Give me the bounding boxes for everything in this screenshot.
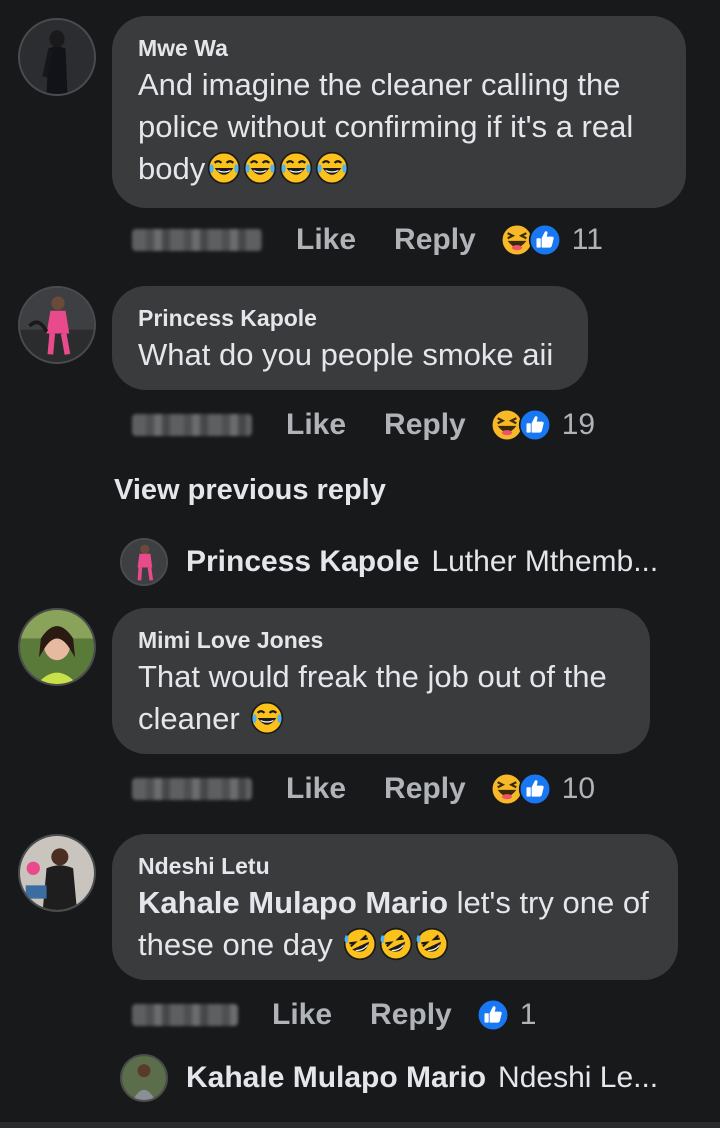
comment-author[interactable]: Ndeshi Letu bbox=[138, 852, 652, 880]
comment-actions: Like Reply 1 bbox=[132, 995, 536, 1035]
avatar[interactable] bbox=[18, 286, 96, 364]
reply-preview[interactable]: Princess Kapole Luther Mthemb... bbox=[120, 538, 658, 586]
comment-text: That would freak the job out of the clea… bbox=[138, 656, 624, 740]
laughing-tears-emoji-icon bbox=[207, 151, 241, 185]
laughing-tears-emoji-icon bbox=[279, 151, 313, 185]
rolling-laughing-emoji-icon bbox=[343, 927, 377, 961]
reply-button[interactable]: Reply bbox=[394, 223, 476, 257]
comment-text: Kahale Mulapo Mario let's try one of the… bbox=[138, 882, 652, 966]
divider bbox=[0, 1122, 720, 1128]
view-previous-reply-link[interactable]: View previous reply bbox=[114, 474, 386, 507]
reaction-summary[interactable]: 1 bbox=[476, 998, 537, 1032]
rolling-laughing-emoji-icon bbox=[379, 927, 413, 961]
laughing-tears-emoji-icon bbox=[315, 151, 349, 185]
reaction-summary[interactable]: 10 bbox=[490, 772, 595, 806]
like-reaction-icon bbox=[476, 998, 510, 1032]
reply-preview[interactable]: Kahale Mulapo Mario Ndeshi Le... bbox=[120, 1054, 658, 1102]
rolling-laughing-emoji-icon bbox=[415, 927, 449, 961]
avatar[interactable] bbox=[120, 538, 168, 586]
reaction-summary[interactable]: 19 bbox=[490, 408, 595, 442]
comment-author[interactable]: Mimi Love Jones bbox=[138, 626, 624, 654]
comment-bubble: Princess Kapole What do you people smoke… bbox=[112, 286, 588, 390]
avatar[interactable] bbox=[120, 1054, 168, 1102]
blurred-timestamp bbox=[132, 414, 252, 436]
reply-button[interactable]: Reply bbox=[370, 998, 452, 1032]
comment-author[interactable]: Princess Kapole bbox=[138, 304, 562, 332]
reply-button[interactable]: Reply bbox=[384, 408, 466, 442]
reply-author[interactable]: Princess Kapole bbox=[186, 545, 419, 579]
comment-author[interactable]: Mwe Wa bbox=[138, 34, 660, 62]
blurred-timestamp bbox=[132, 778, 252, 800]
reply-snippet: Luther Mthemb... bbox=[431, 545, 659, 578]
reply-snippet: Ndeshi Le... bbox=[498, 1061, 659, 1094]
comment-bubble: Ndeshi Letu Kahale Mulapo Mario let's tr… bbox=[112, 834, 678, 980]
blurred-timestamp bbox=[132, 1004, 238, 1026]
comment-bubble: Mimi Love Jones That would freak the job… bbox=[112, 608, 650, 754]
reply-button[interactable]: Reply bbox=[384, 772, 466, 806]
comment-actions: Like Reply 11 bbox=[132, 220, 603, 260]
reaction-count: 10 bbox=[561, 772, 596, 805]
like-reaction-icon bbox=[518, 772, 552, 806]
avatar[interactable] bbox=[18, 608, 96, 686]
like-button[interactable]: Like bbox=[272, 998, 332, 1032]
comment-bubble: Mwe Wa And imagine the cleaner calling t… bbox=[112, 16, 686, 208]
laughing-tears-emoji-icon bbox=[250, 701, 284, 735]
reaction-count: 1 bbox=[519, 998, 537, 1031]
comment-text: What do you people smoke aii bbox=[138, 334, 562, 376]
comment-text: And imagine the cleaner calling the poli… bbox=[138, 64, 660, 190]
reaction-count: 11 bbox=[571, 223, 603, 256]
mention-link[interactable]: Kahale Mulapo Mario bbox=[138, 885, 448, 920]
comment-actions: Like Reply 19 bbox=[132, 405, 595, 445]
reaction-summary[interactable]: 11 bbox=[500, 223, 603, 257]
like-button[interactable]: Like bbox=[286, 408, 346, 442]
comment-body: That would freak the job out of the clea… bbox=[138, 659, 607, 736]
reaction-count: 19 bbox=[561, 408, 596, 441]
like-button[interactable]: Like bbox=[296, 223, 356, 257]
laughing-tears-emoji-icon bbox=[243, 151, 277, 185]
comment-actions: Like Reply 10 bbox=[132, 769, 595, 809]
avatar[interactable] bbox=[18, 834, 96, 912]
like-reaction-icon bbox=[518, 408, 552, 442]
comment-body: What do you people smoke aii bbox=[138, 337, 554, 372]
blurred-timestamp bbox=[132, 229, 262, 251]
reply-author[interactable]: Kahale Mulapo Mario bbox=[186, 1061, 486, 1095]
like-reaction-icon bbox=[528, 223, 562, 257]
avatar[interactable] bbox=[18, 18, 96, 96]
like-button[interactable]: Like bbox=[286, 772, 346, 806]
